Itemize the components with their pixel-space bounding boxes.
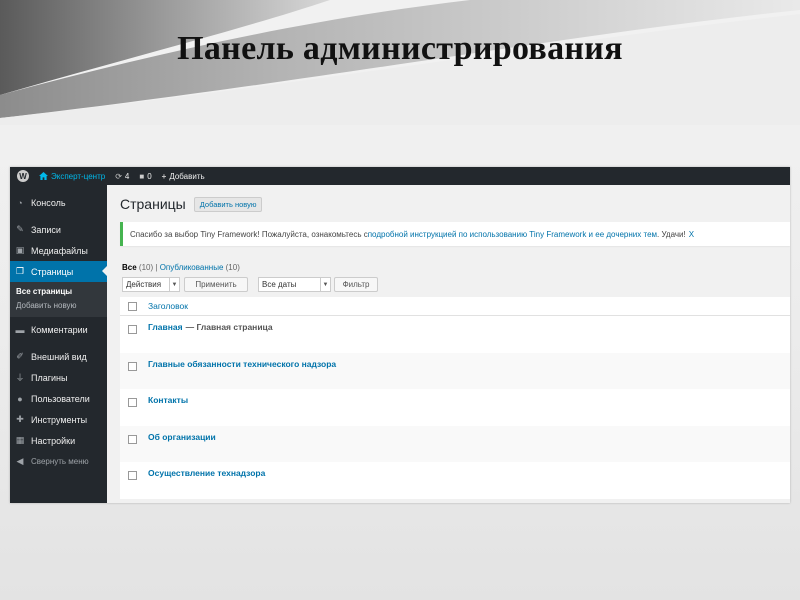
page-header: Страницы Добавить новую	[120, 196, 263, 212]
collapse-arrow-icon: ◀	[16, 456, 24, 466]
column-title-sort-link[interactable]: Заголовок	[148, 301, 188, 311]
comments-link[interactable]: ■ 0	[134, 167, 156, 185]
wp-logo-menu[interactable]: W	[10, 167, 34, 185]
bulk-actions-value: Действия	[126, 280, 162, 289]
settings-icon: ▦	[15, 435, 25, 445]
page-title: Страницы	[120, 196, 186, 212]
main-content: Страницы Добавить новую Спасибо за выбор…	[120, 185, 790, 503]
notice-text: Спасибо за выбор Tiny Framework! Пожалуй…	[130, 229, 368, 239]
chevron-down-icon: ▼	[320, 278, 330, 291]
wrench-icon: ✚	[16, 414, 24, 424]
menu-item-users[interactable]: ● Пользователи	[10, 388, 107, 409]
table-row: Главные обязанности технического надзора	[120, 352, 790, 390]
row-checkbox[interactable]	[128, 325, 137, 334]
menu-item-label: Медиафайлы	[31, 245, 88, 256]
date-filter-value: Все даты	[262, 280, 297, 289]
filter-published-link[interactable]: Опубликованные	[160, 263, 224, 272]
menu-item-settings[interactable]: ▦ Настройки	[10, 430, 107, 451]
filter-all-count: (10)	[138, 263, 154, 272]
new-content-label: Добавить	[169, 171, 205, 181]
admin-bar: W Эксперт-центр ⟳ 4 ■ 0 + Добавить	[10, 167, 790, 185]
apply-button[interactable]: Применить	[184, 277, 248, 292]
row-title-link[interactable]: Главные обязанности технического надзора	[148, 359, 336, 369]
status-filter-links: Все (10) | Опубликованные (10)	[122, 263, 240, 272]
menu-item-appearance[interactable]: ✐ Внешний вид	[10, 346, 107, 367]
wordpress-logo-icon: W	[17, 170, 29, 182]
filter-button[interactable]: Фильтр	[334, 277, 378, 292]
filter-all-link[interactable]: Все	[122, 263, 137, 272]
menu-item-label: Пользователи	[31, 393, 90, 404]
row-post-state: — Главная страница	[185, 322, 273, 332]
comment-bubble-icon: ■	[139, 171, 145, 181]
menu-item-dashboard[interactable]: ◔ Консоль	[10, 192, 107, 213]
filter-published-count: (10)	[225, 263, 240, 272]
table-header: Заголовок	[120, 297, 790, 316]
brush-icon: ✐	[16, 351, 24, 361]
row-checkbox[interactable]	[128, 361, 137, 371]
menu-item-pages[interactable]: ❐ Страницы	[10, 261, 107, 282]
row-title-link[interactable]: Об организации	[148, 432, 216, 442]
notice-link[interactable]: подробной инструкцией по использованию T…	[368, 230, 657, 239]
updates-count: 4	[124, 171, 130, 181]
site-name: Эксперт-центр	[51, 171, 106, 181]
menu-item-plugins[interactable]: ⏚ Плагины	[10, 367, 107, 388]
row-title-link[interactable]: Осуществление технадзора	[148, 468, 265, 478]
admin-sidebar: ◔ Консоль ✎ Записи ▣ Медиафайлы ❐ Страни…	[10, 185, 107, 503]
dashboard-icon: ◔	[17, 197, 23, 208]
notice-dismiss-button[interactable]: X	[689, 230, 694, 239]
comment-icon: ▬	[15, 324, 25, 335]
submenu-all-pages[interactable]: Все страницы	[10, 285, 107, 299]
collapse-menu-button[interactable]: ◀ Свернуть меню	[10, 451, 107, 472]
add-new-page-button[interactable]: Добавить новую	[193, 196, 263, 212]
row-title-link[interactable]: Контакты	[148, 395, 188, 405]
pages-table: Заголовок Главная — Главная страница Гла…	[120, 297, 790, 499]
table-row: Об организации	[120, 425, 790, 463]
user-icon: ●	[17, 393, 23, 404]
theme-notice: Спасибо за выбор Tiny Framework! Пожалуй…	[120, 222, 790, 246]
pages-submenu: Все страницы Добавить новую	[10, 282, 107, 317]
table-row: Главная — Главная страница	[120, 316, 790, 353]
menu-item-label: Консоль	[31, 197, 66, 208]
menu-item-label: Инструменты	[31, 414, 88, 425]
filter-separator: |	[155, 263, 158, 272]
wordpress-admin-screenshot: W Эксперт-центр ⟳ 4 ■ 0 + Добавить ◔ Кон…	[10, 167, 790, 503]
pin-icon: ✎	[16, 224, 24, 234]
date-filter-select[interactable]: Все даты ▼	[258, 277, 331, 292]
menu-item-label: Плагины	[31, 372, 68, 383]
table-nav: Действия ▼ Применить Все даты ▼ Фильтр	[122, 277, 378, 292]
menu-item-posts[interactable]: ✎ Записи	[10, 219, 107, 240]
comments-count: 0	[147, 171, 152, 181]
plug-icon: ⏚	[15, 373, 25, 383]
site-name-link[interactable]: Эксперт-центр	[34, 167, 110, 185]
select-all-checkbox[interactable]	[128, 301, 137, 311]
slide-title: Панель администрирования	[177, 30, 623, 67]
pages-icon: ❐	[15, 266, 25, 276]
row-checkbox[interactable]	[128, 471, 137, 481]
menu-item-label: Внешний вид	[31, 351, 87, 362]
menu-item-comments[interactable]: ▬ Комментарии	[10, 319, 107, 340]
menu-item-tools[interactable]: ✚ Инструменты	[10, 409, 107, 430]
row-checkbox[interactable]	[128, 434, 137, 444]
collapse-label: Свернуть меню	[31, 457, 89, 466]
chevron-down-icon: ▼	[169, 278, 179, 291]
menu-item-label: Страницы	[31, 266, 74, 277]
updates-icon: ⟳	[115, 171, 122, 181]
media-icon: ▣	[15, 245, 25, 255]
table-row: Осуществление технадзора	[120, 462, 790, 499]
submenu-add-new[interactable]: Добавить новую	[10, 299, 107, 313]
plus-icon: +	[161, 171, 167, 181]
menu-item-label: Записи	[31, 224, 61, 235]
row-checkbox[interactable]	[128, 398, 137, 408]
menu-item-label: Комментарии	[31, 324, 88, 335]
menu-item-label: Настройки	[31, 435, 76, 446]
notice-text-end: . Удачи!	[657, 229, 686, 239]
home-icon	[39, 172, 48, 180]
menu-item-media[interactable]: ▣ Медиафайлы	[10, 240, 107, 261]
updates-link[interactable]: ⟳ 4	[110, 167, 134, 185]
new-content-link[interactable]: + Добавить	[157, 167, 210, 185]
row-title-link[interactable]: Главная	[148, 322, 183, 332]
table-row: Контакты	[120, 389, 790, 426]
bulk-actions-select[interactable]: Действия ▼	[122, 277, 180, 292]
